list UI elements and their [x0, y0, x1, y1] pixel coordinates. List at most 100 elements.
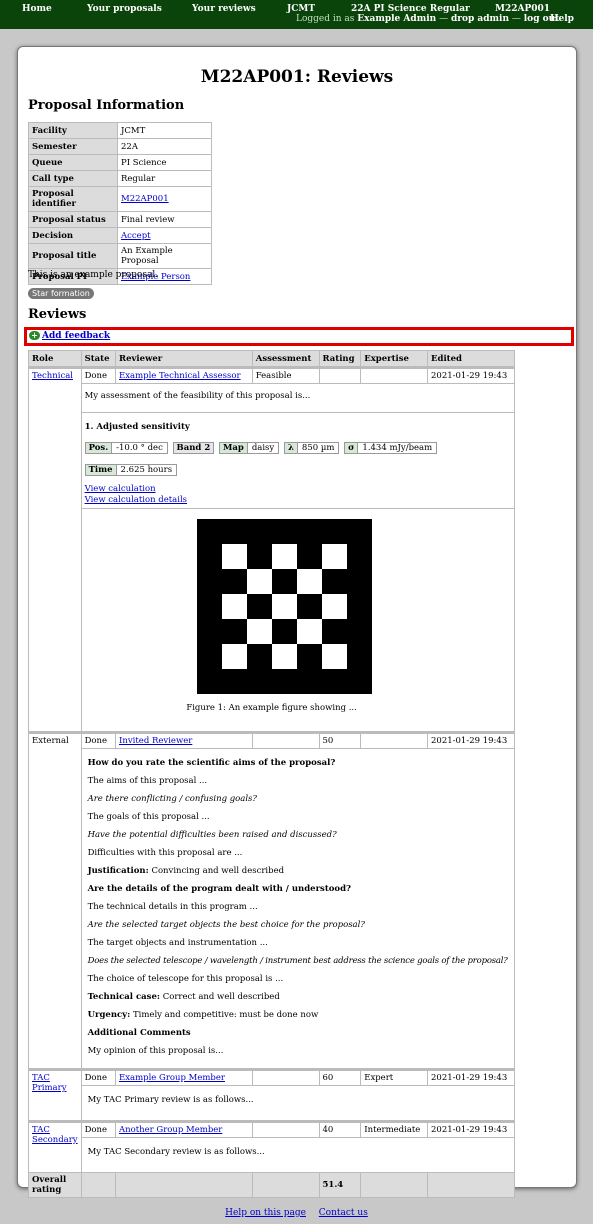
review-text: My TAC Secondary review is as follows... [87, 1147, 265, 1157]
info-value: An Example Proposal [117, 243, 212, 269]
info-label: Facility [28, 122, 118, 139]
nav-your-reviews[interactable]: Your reviews [192, 4, 256, 14]
log-out-link[interactable]: log out [524, 14, 560, 24]
tac-secondary-role-link[interactable]: TAC Secondary [32, 1125, 78, 1145]
tac-primary-role-link[interactable]: TAC Primary [32, 1073, 67, 1093]
justification-value: Convincing and well described [151, 866, 285, 876]
reviewer-link[interactable]: Example Technical Assessor [119, 371, 241, 381]
main-content-card: M22AP001: Reviews Proposal Information F… [17, 46, 577, 1198]
reviews-heading: Reviews [28, 307, 87, 322]
col-assessment: Assessment [251, 350, 320, 368]
col-rating: Rating [318, 350, 362, 368]
nav-your-proposals[interactable]: Your proposals [87, 4, 162, 14]
question-heading: Are the details of the program dealt wit… [87, 884, 352, 894]
top-navigation-bar: Home Your proposals Your reviews JCMT 22… [0, 0, 593, 29]
reviewer-link[interactable]: Another Group Member [119, 1125, 222, 1135]
rating-cell: 50 [318, 731, 362, 749]
justification-line: Justification: Convincing and well descr… [88, 867, 508, 876]
nav-home[interactable]: Home [22, 4, 52, 14]
calculation-links: View calculation View calculation detail… [85, 484, 511, 506]
param-key: σ [345, 443, 359, 453]
assessment-cell: Feasible [251, 366, 320, 384]
justification-label: Justification: [87, 866, 149, 876]
review-text: My assessment of the feasibility of this… [84, 391, 311, 401]
state-cell: Done [80, 1068, 117, 1086]
view-calculation-link[interactable]: View calculation [85, 484, 156, 494]
param-wavelength: λ 850 µm [283, 442, 340, 454]
review-body-row: My TAC Secondary review is as follows... [29, 1137, 515, 1173]
reviews-header-row: Role State Reviewer Assessment Rating Ex… [28, 350, 515, 368]
review-body: My TAC Secondary review is as follows... [80, 1137, 515, 1173]
contact-us-link[interactable]: Contact us [319, 1208, 368, 1218]
rating-cell: 40 [318, 1120, 362, 1138]
expertise-cell [360, 731, 429, 749]
review-text: Difficulties with this proposal are ... [87, 848, 243, 858]
view-calculation-details-link[interactable]: View calculation details [85, 495, 187, 505]
col-reviewer: Reviewer [115, 350, 253, 368]
assessment-cell [251, 731, 320, 749]
reviewer-link[interactable]: Example Group Member [119, 1073, 225, 1083]
technical-role-link[interactable]: Technical [32, 371, 73, 381]
calculation-time: Time 2.625 hours [84, 464, 511, 476]
technical-case-line: Technical case: Correct and well describ… [88, 993, 508, 1002]
role-cell: TAC Secondary [28, 1120, 82, 1173]
review-text: My TAC Primary review is as follows... [87, 1095, 254, 1105]
user-name[interactable]: Example Admin [357, 14, 436, 24]
review-text: The target objects and instrumentation .… [87, 938, 268, 948]
add-feedback-highlight: + Add feedback [24, 327, 574, 346]
drop-admin-link[interactable]: drop admin [451, 14, 509, 24]
param-map: Map daisy [218, 442, 280, 454]
param-sigma: σ 1.434 mJy/beam [344, 442, 438, 454]
nav-proposal-code[interactable]: M22AP001 [495, 4, 550, 14]
proposal-info-heading: Proposal Information [28, 98, 185, 113]
edited-cell: 2021-01-29 19:43 [427, 1120, 515, 1138]
table-row: Technical Done Example Technical Assesso… [28, 366, 515, 733]
review-question: Are the selected target objects the best… [87, 920, 365, 930]
info-value: JCMT [117, 122, 212, 139]
add-feedback-link[interactable]: Add feedback [42, 331, 110, 341]
reviewer-link[interactable]: Invited Reviewer [119, 736, 192, 746]
info-label: Proposal identifier [28, 186, 118, 212]
param-key: λ [284, 443, 298, 453]
add-feedback-container: + Add feedback [29, 331, 110, 341]
external-review-text: How do you rate the scientific aims of t… [85, 751, 511, 1066]
col-state: State [80, 350, 117, 368]
empty-cell [115, 1172, 253, 1198]
nav-queue[interactable]: 22A PI Science Regular [351, 4, 470, 14]
state-cell: Done [80, 1120, 117, 1138]
proposal-info-table: Facility JCMT Semester 22A Queue PI Science… [28, 122, 212, 285]
nav-facility[interactable]: JCMT [287, 4, 315, 14]
review-body-row: My TAC Primary review is as follows... [29, 1085, 515, 1122]
edited-cell: 2021-01-29 19:43 [427, 1068, 515, 1086]
review-text: The goals of this proposal ... [87, 812, 210, 822]
decision-link[interactable]: Accept [121, 231, 151, 241]
overall-rating-row: Overall rating 51.4 [28, 1172, 515, 1198]
urgency-line: Urgency: Timely and competitive: must be… [88, 1011, 508, 1020]
urgency-label: Urgency: [87, 1010, 131, 1020]
info-label: Call type [28, 170, 118, 187]
review-question: Does the selected telescope / wavelength… [87, 956, 508, 966]
review-question: Are there conflicting / confusing goals? [87, 794, 257, 804]
expertise-cell: Intermediate [360, 1120, 429, 1138]
review-body-row: My assessment of the feasibility of this… [29, 383, 515, 733]
info-value: Final review [117, 211, 212, 228]
help-page-link[interactable]: Help on this page [225, 1208, 306, 1218]
review-body: How do you rate the scientific aims of t… [80, 748, 515, 1070]
review-text: The aims of this proposal ... [87, 776, 208, 786]
empty-cell [360, 1172, 429, 1198]
question-heading: How do you rate the scientific aims of t… [87, 758, 336, 768]
info-label: Proposal status [28, 211, 118, 228]
table-row: TAC Primary Done Example Group Member 60… [28, 1068, 515, 1122]
footer: Help on this page Contact us [0, 1208, 593, 1218]
reviewer-cell: Another Group Member [115, 1120, 253, 1138]
category-badge: Star formation [28, 288, 94, 299]
rating-cell [318, 366, 362, 384]
param-time: Time 2.625 hours [84, 464, 178, 476]
param-value: 1.434 mJy/beam [362, 443, 433, 453]
info-value: Regular [117, 170, 212, 187]
empty-cell [427, 1172, 515, 1198]
info-label: Proposal title [28, 243, 118, 269]
login-status: Logged in as Example Admin — drop admin … [296, 14, 559, 24]
assessment-cell [251, 1120, 320, 1138]
proposal-identifier-link[interactable]: M22AP001 [121, 194, 169, 204]
